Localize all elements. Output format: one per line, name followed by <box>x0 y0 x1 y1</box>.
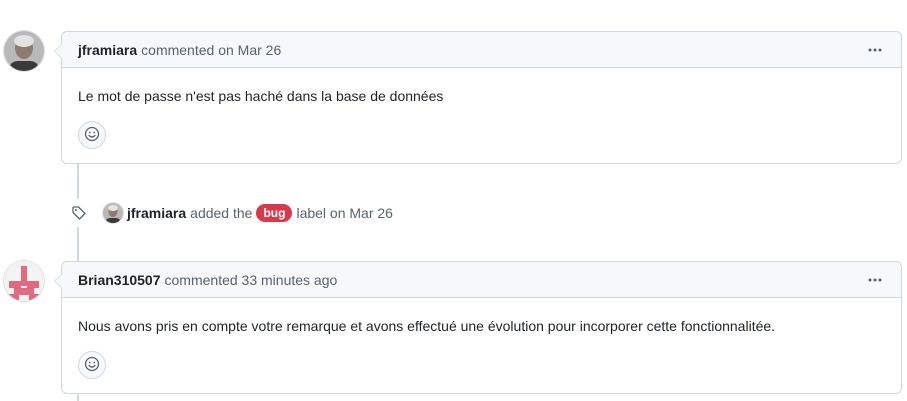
tag-icon <box>65 199 93 227</box>
comment-body: Le mot de passe n'est pas haché dans la … <box>78 88 444 104</box>
comment-author[interactable]: jframiara <box>78 42 137 58</box>
comment-card-2: Brian310507 commented 33 minutes ago Nou… <box>54 261 902 394</box>
comment-body: Nous avons pris en compte votre remarque… <box>78 318 776 334</box>
comment-author[interactable]: Brian310507 <box>78 272 161 288</box>
add-reaction-button[interactable] <box>78 351 106 379</box>
kebab-horizontal-icon[interactable] <box>865 272 885 288</box>
smiley-icon <box>84 126 100 145</box>
comment-meta[interactable]: commented 33 minutes ago <box>165 272 338 288</box>
comment-card-1: jframiara commented on Mar 26 Le mot de … <box>54 31 902 164</box>
label-event: jframiara added the bug label on Mar 26 <box>65 199 393 227</box>
event-avatar-jframiara[interactable] <box>103 203 123 223</box>
smiley-icon <box>84 356 100 375</box>
bug-label[interactable]: bug <box>256 204 293 222</box>
avatar-jframiara[interactable] <box>4 31 44 71</box>
comment-meta[interactable]: commented on Mar 26 <box>141 42 281 58</box>
event-suffix[interactable]: label on Mar 26 <box>296 205 393 221</box>
add-reaction-button[interactable] <box>78 121 106 149</box>
event-actor[interactable]: jframiara <box>127 205 186 221</box>
event-text: jframiara added the bug label on Mar 26 <box>127 204 393 222</box>
comment-header: Brian310507 commented 33 minutes ago <box>62 262 901 298</box>
avatar-brian310507[interactable] <box>4 261 44 301</box>
event-action: added the <box>190 205 253 221</box>
comment-header: jframiara commented on Mar 26 <box>62 32 901 68</box>
kebab-horizontal-icon[interactable] <box>865 42 885 58</box>
